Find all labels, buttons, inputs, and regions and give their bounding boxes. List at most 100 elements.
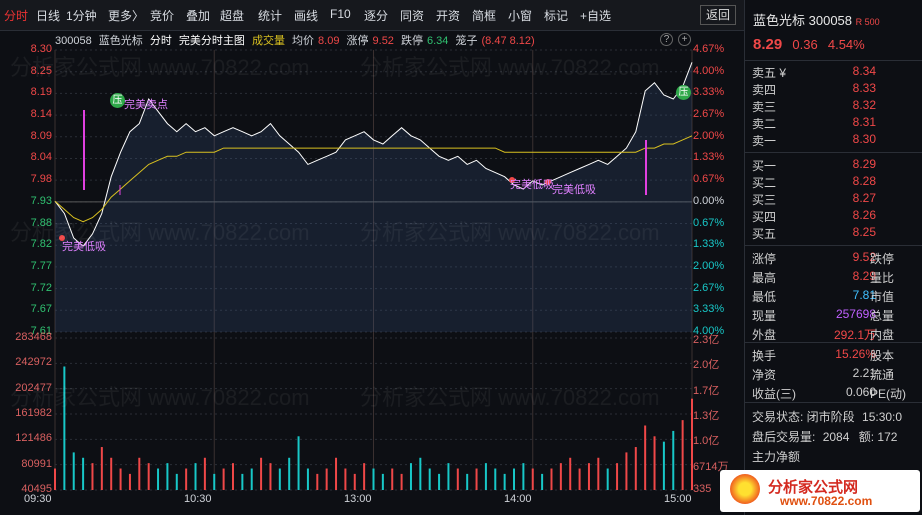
orderbook-price: 8.27 [852,191,876,205]
volume-tick: 1.0亿 [693,435,720,448]
tab-1min[interactable]: 1分钟 [66,7,97,24]
sell-row[interactable]: 卖四 8.33 [752,81,912,98]
orderbook-label: 卖四 [752,83,777,97]
price-tick: 8.09 [30,129,52,142]
btn-auction[interactable]: 竞价 [150,7,174,24]
time-label: 10:30 [184,493,212,505]
btn-same[interactable]: 同资 [400,7,424,24]
amount-label: 额: [858,430,875,444]
volume-tick: 2.0亿 [693,359,720,372]
divider [744,60,922,61]
btn-frame[interactable]: 简框 [472,7,496,24]
orderbook-price: 8.30 [852,132,876,146]
volume-tick: 80991 [21,457,52,470]
buy-row[interactable]: 买二 8.28 [752,174,912,191]
percent-tick: 2.00% [693,129,725,142]
main-flow: 主力净额 [752,448,800,465]
buy-row[interactable]: 买四 8.26 [752,208,912,225]
btn-f10[interactable]: F10 [330,7,351,21]
trade-status-time: 15:30:0 [862,410,903,424]
watermark: 分析家公式网 www.70822.com [10,220,310,245]
side-title: 蓝色光标 300058 R 500 [753,10,880,29]
percent-tick: 0.00% [693,194,725,207]
volume-tick: 2.3亿 [693,334,720,346]
price-tick: 8.04 [30,151,52,164]
stat-label: 净资 [752,368,777,382]
price-tick: 8.14 [30,108,52,121]
btn-add-watch[interactable]: +自选 [580,7,611,24]
tab-fenshi[interactable]: 分时 [4,7,28,24]
orderbook-price: 8.31 [852,115,876,129]
orderbook-label: 卖五 ¥ [752,66,787,80]
price-tick: 7.93 [30,194,52,207]
watermark: 分析家公式网 www.70822.com [360,220,660,245]
sell-point-label: 完美卖点 [124,99,168,111]
btn-super[interactable]: 超盘 [220,7,244,24]
stat-value: 8.29 [852,269,876,283]
btn-small-window[interactable]: 小窗 [508,7,532,24]
stat-label: 最高 [752,271,777,285]
percent-tick: 3.33% [693,303,725,316]
stat-label: 换手 [752,349,777,363]
volume-tick: 1.7亿 [693,384,720,397]
volume-tick: 242972 [15,356,52,369]
btn-draw[interactable]: 画线 [294,7,318,24]
sell-row[interactable]: 卖一 8.30 [752,132,912,149]
orderbook-label: 卖二 [752,117,777,131]
watermark: 分析家公式网 www.70822.com [10,55,310,80]
main-flow-label: 主力净额 [752,450,801,464]
tab-more[interactable]: 更多〉 [108,7,144,24]
sell-row[interactable]: 卖二 8.31 [752,115,912,132]
tab-daily[interactable]: 日线 [36,7,60,24]
percent-tick: 2.67% [693,108,725,121]
volume-tick: 121486 [15,432,52,445]
stat-label: 最低 [752,290,777,304]
after-hours: 盘后交易量: 2084 额: 172 [752,428,897,445]
price-tick: 7.77 [30,259,52,272]
price-tick: 7.98 [30,173,52,186]
low-buy-label: 完美低吸 [510,179,554,191]
time-label: 15:00 [664,493,692,505]
buy-row[interactable]: 买五 8.25 [752,225,912,242]
stat-label: 股本 [870,349,895,363]
sell-row[interactable]: 卖三 8.32 [752,98,912,115]
watermark: 分析家公式网 www.70822.com [360,385,660,410]
price-tick: 7.72 [30,281,52,294]
divider [744,245,922,246]
btn-overlay[interactable]: 叠加 [186,7,210,24]
orderbook-label: 买一 [752,159,777,173]
side-stock-name: 蓝色光标 [753,13,806,28]
btn-mark[interactable]: 标记 [544,7,568,24]
orderbook-price: 8.33 [852,81,876,95]
time-label: 14:00 [504,493,532,505]
stat-label: 流通 [870,368,895,382]
orderbook-label: 卖三 [752,100,777,114]
orderbook-label: 买五 [752,227,777,241]
orderbook-price: 8.34 [852,64,876,78]
buy-row[interactable]: 买三 8.27 [752,191,912,208]
return-button[interactable]: 返回 [700,5,736,25]
orderbook-label: 买四 [752,210,777,224]
divider [744,402,922,403]
percent-tick: 0.67% [693,173,725,186]
btn-open[interactable]: 开资 [436,7,460,24]
stat-row: 涨停 9.52 跌停 [752,250,912,267]
percent-tick: 2.67% [693,281,725,294]
trade-status: 交易状态: 闭市阶段 15:30:0 [752,408,902,425]
btn-stats[interactable]: 统计 [258,7,282,24]
percent-tick: 2.00% [693,259,725,272]
press-icon: 压 [676,85,691,100]
sell-row[interactable]: 卖五 ¥ 8.34 [752,64,912,81]
buy-row[interactable]: 买一 8.29 [752,157,912,174]
orderbook-price: 8.29 [852,157,876,171]
stat-value: 257698 [835,307,876,321]
last-price: 8.29 [753,36,783,53]
stat-value: 15.26% [835,347,876,361]
btn-per-minute[interactable]: 逐分 [364,7,388,24]
orderbook-price: 8.28 [852,174,876,188]
stat-label: 外盘 [752,328,777,342]
price-tick: 7.67 [30,303,52,316]
price-change: 0.36 [792,37,818,52]
stat-row: 外盘 292.1万 内盘 [752,326,912,343]
after-hours-value: 2084 [822,430,850,444]
